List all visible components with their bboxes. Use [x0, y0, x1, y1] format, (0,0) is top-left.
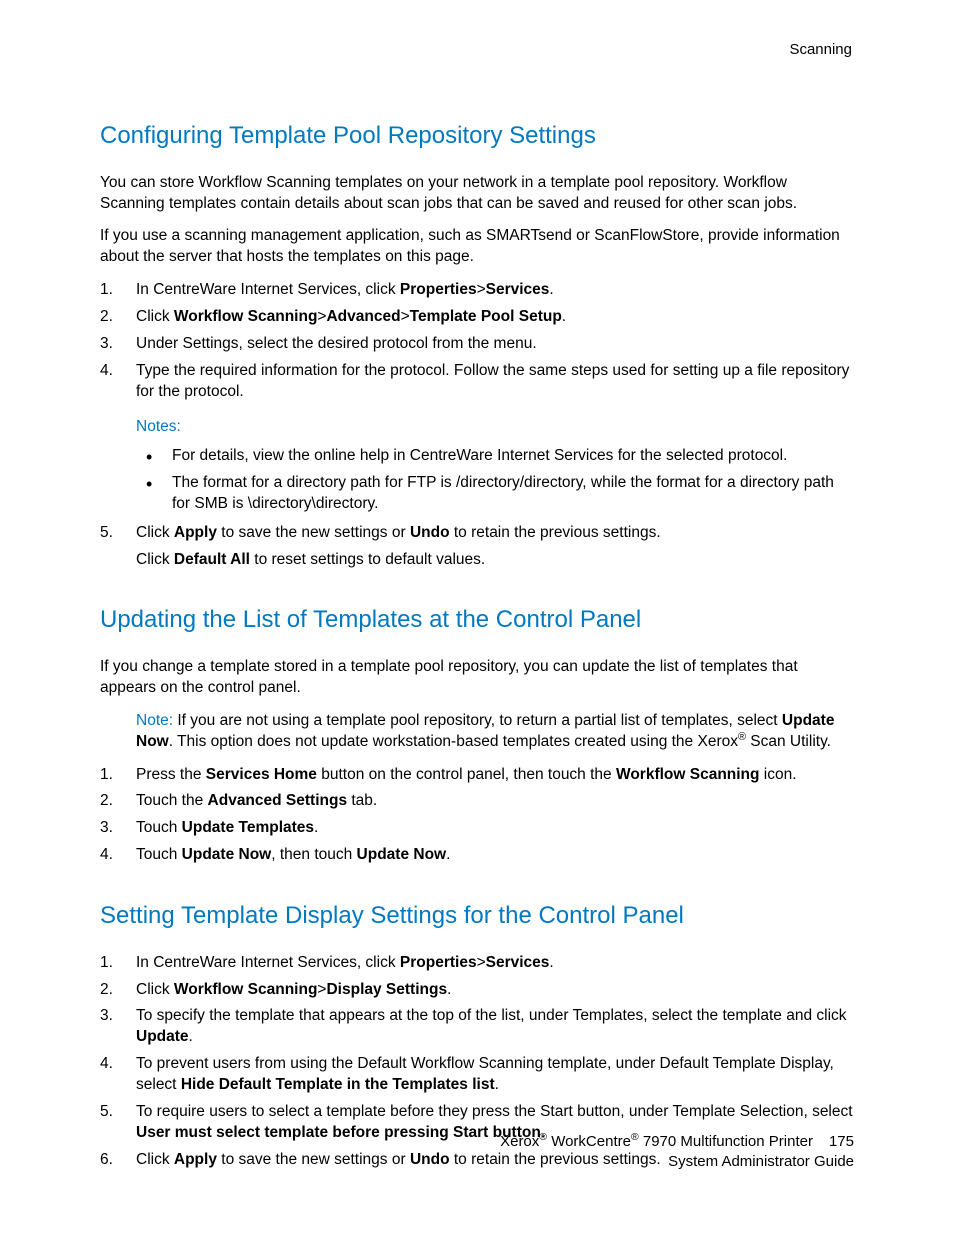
bold-text: Properties [400, 281, 477, 298]
list-item: Under Settings, select the desired proto… [100, 334, 854, 355]
bold-text: Properties [400, 954, 477, 971]
text: Click [136, 308, 174, 325]
list-item: To specify the template that appears at … [100, 1006, 854, 1048]
footer-product: WorkCentre [547, 1133, 631, 1150]
bold-text: Update Now [357, 846, 447, 863]
bold-text: Default All [174, 551, 250, 568]
note-label: Note: [136, 712, 173, 729]
list-item: Touch Update Templates. [100, 818, 854, 839]
bold-text: Services [486, 281, 550, 298]
text: to retain the previous settings. [450, 524, 661, 541]
header-section-label: Scanning [100, 40, 854, 60]
text: If you are not using a template pool rep… [173, 712, 782, 729]
bold-text: Hide Default Template in the Templates l… [181, 1076, 495, 1093]
page-footer: Xerox® WorkCentre® 7970 Multifunction Pr… [0, 1132, 854, 1171]
list-item: Click Workflow Scanning>Advanced>Templat… [100, 307, 854, 328]
text: . [446, 846, 450, 863]
bold-text: Display Settings [326, 981, 447, 998]
text: . [549, 954, 553, 971]
notes-heading: Notes: [100, 417, 854, 438]
text: To specify the template that appears at … [136, 1007, 847, 1024]
heading-display-settings: Setting Template Display Settings for th… [100, 900, 854, 932]
bold-text: Workflow Scanning [174, 308, 318, 325]
text: , then touch [271, 846, 356, 863]
text: Click [136, 524, 174, 541]
text: Press the [136, 766, 206, 783]
bold-text: Apply [174, 524, 217, 541]
footer-brand: Xerox [500, 1133, 539, 1150]
text: Touch the [136, 792, 208, 809]
bold-text: Undo [410, 524, 450, 541]
text: Touch [136, 846, 182, 863]
footer-subtitle: System Administrator Guide [0, 1152, 854, 1172]
heading-updating-templates: Updating the List of Templates at the Co… [100, 604, 854, 636]
paragraph: If you use a scanning management applica… [100, 226, 854, 268]
list-item: Press the Services Home button on the co… [100, 765, 854, 786]
text: Touch [136, 819, 182, 836]
ordered-list: Press the Services Home button on the co… [100, 765, 854, 867]
page-number: 175 [829, 1132, 854, 1152]
note-item: The format for a directory path for FTP … [136, 473, 854, 515]
footer-product-suffix: 7970 Multifunction Printer [639, 1133, 813, 1150]
text: > [477, 281, 486, 298]
text: In CentreWare Internet Services, click [136, 954, 400, 971]
bold-text: Advanced Settings [208, 792, 348, 809]
bold-text: Workflow Scanning [616, 766, 760, 783]
text: . [549, 281, 553, 298]
list-item: Click Workflow Scanning>Display Settings… [100, 980, 854, 1001]
list-item: In CentreWare Internet Services, click P… [100, 280, 854, 301]
text: Click [136, 551, 174, 568]
paragraph: You can store Workflow Scanning template… [100, 173, 854, 215]
text: > [477, 954, 486, 971]
text: . [189, 1028, 193, 1045]
list-item: To prevent users from using the Default … [100, 1054, 854, 1096]
text: Scan Utility. [746, 733, 831, 750]
registered-symbol: ® [539, 1131, 547, 1143]
registered-symbol: ® [738, 730, 746, 742]
list-item: Touch Update Now, then touch Update Now. [100, 845, 854, 866]
text: To require users to select a template be… [136, 1103, 853, 1120]
text: icon. [760, 766, 797, 783]
paragraph: If you change a template stored in a tem… [100, 657, 854, 699]
ordered-list: In CentreWare Internet Services, click P… [100, 280, 854, 403]
text: . [314, 819, 318, 836]
notes-list: For details, view the online help in Cen… [100, 446, 854, 515]
bold-text: Services [486, 954, 550, 971]
text: to save the new settings or [217, 524, 410, 541]
bold-text: Update [136, 1028, 189, 1045]
text: to reset settings to default values. [250, 551, 485, 568]
bold-text: Services Home [206, 766, 317, 783]
bold-text: Template Pool Setup [410, 308, 562, 325]
text: tab. [347, 792, 377, 809]
list-item: In CentreWare Internet Services, click P… [100, 953, 854, 974]
text: . [562, 308, 566, 325]
text: Click [136, 981, 174, 998]
note-block: Note: If you are not using a template po… [100, 711, 854, 753]
note-item: For details, view the online help in Cen… [136, 446, 854, 467]
text: > [401, 308, 410, 325]
text: . [447, 981, 451, 998]
text: . This option does not update workstatio… [169, 733, 738, 750]
text: button on the control panel, then touch … [317, 766, 616, 783]
registered-symbol: ® [631, 1131, 639, 1143]
text: In CentreWare Internet Services, click [136, 281, 400, 298]
bold-text: Advanced [326, 308, 400, 325]
list-item: Click Apply to save the new settings or … [100, 523, 854, 571]
bold-text: Update Now [182, 846, 272, 863]
heading-configuring-repository: Configuring Template Pool Repository Set… [100, 120, 854, 152]
ordered-list: Click Apply to save the new settings or … [100, 523, 854, 571]
bold-text: Update Templates [182, 819, 314, 836]
bold-text: Workflow Scanning [174, 981, 318, 998]
list-item: Type the required information for the pr… [100, 361, 854, 403]
text: . [495, 1076, 499, 1093]
list-item: Touch the Advanced Settings tab. [100, 791, 854, 812]
